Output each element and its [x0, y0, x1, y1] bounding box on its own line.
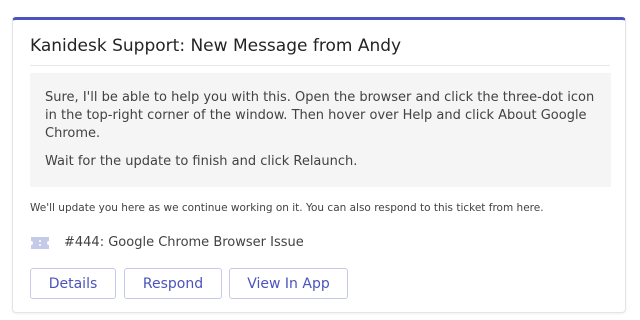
- ticket-row: #444: Google Chrome Browser Issue: [30, 231, 304, 253]
- details-button[interactable]: Details: [30, 268, 116, 299]
- title-divider: [30, 65, 610, 66]
- support-message-card: Kanidesk Support: New Message from Andy …: [12, 17, 626, 313]
- respond-button[interactable]: Respond: [124, 268, 222, 299]
- message-box: Sure, I'll be able to help you with this…: [30, 73, 611, 187]
- update-note: We'll update you here as we continue wor…: [30, 202, 544, 214]
- view-in-app-button[interactable]: View In App: [229, 268, 348, 299]
- ticket-icon: [30, 235, 50, 249]
- message-paragraph: Wait for the update to finish and click …: [45, 154, 358, 169]
- card-title: Kanidesk Support: New Message from Andy: [30, 36, 402, 56]
- message-paragraph: Sure, I'll be able to help you with this…: [45, 90, 595, 141]
- ticket-label: #444: Google Chrome Browser Issue: [64, 234, 304, 250]
